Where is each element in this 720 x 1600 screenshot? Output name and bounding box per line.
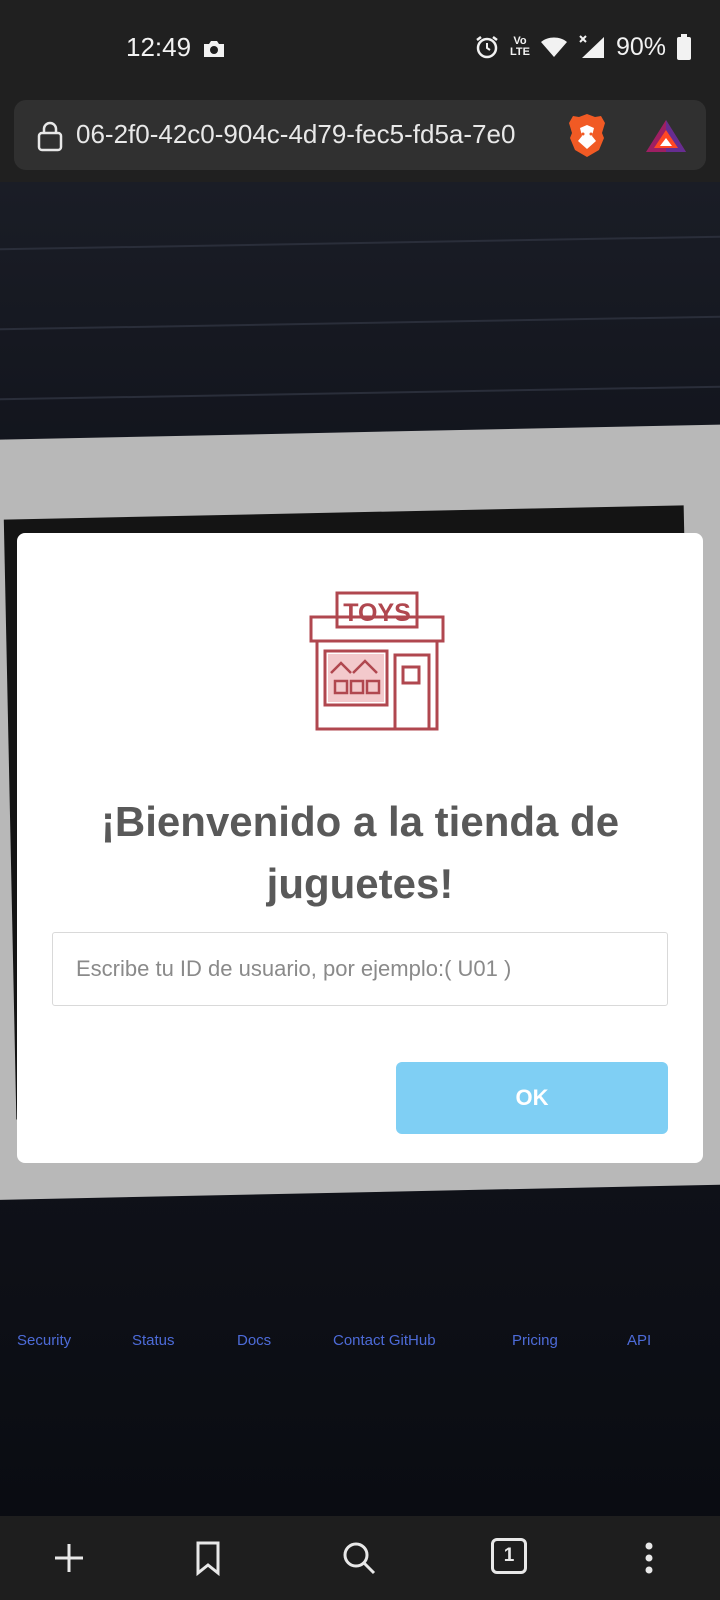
footer-link: Contact GitHub <box>333 1332 436 1349</box>
toy-store-icon: TOYS <box>309 591 445 731</box>
welcome-dialog: TOYS ¡Bienvenido a la tienda de juguetes… <box>17 533 703 1163</box>
footer-link: Pricing <box>512 1332 558 1349</box>
footer-link: Status <box>132 1332 175 1349</box>
volte-indicator: Vo LTE <box>509 35 530 58</box>
footer-link: Security <box>17 1332 72 1349</box>
ok-button[interactable]: OK <box>396 1062 668 1134</box>
new-tab-icon[interactable] <box>49 1538 89 1578</box>
search-icon[interactable] <box>339 1538 379 1578</box>
brave-rewards-icon[interactable] <box>644 118 688 154</box>
bookmark-icon[interactable] <box>188 1538 228 1578</box>
lock-icon <box>37 121 63 152</box>
battery-icon <box>677 34 691 60</box>
wifi-icon <box>540 37 567 57</box>
status-time: 12:49 <box>126 32 192 62</box>
logo-text: TOYS <box>343 599 411 627</box>
background-footer-links: Security Status Docs Contact GitHub Pric… <box>0 1332 720 1372</box>
dialog-title: ¡Bienvenido a la tienda de juguetes! <box>100 798 620 907</box>
url-text[interactable]: 06-2f0-42c0-904c-4d79-fec5-fd5a-7e0 <box>76 119 554 153</box>
footer-link: Docs <box>237 1332 272 1349</box>
brave-shields-icon[interactable] <box>566 112 608 158</box>
browser-toolbar: 06-2f0-42c0-904c-4d79-fec5-fd5a-7e0 <box>0 92 720 182</box>
status-bar: 12:49 Vo LTE 90% <box>0 0 720 92</box>
more-menu-icon[interactable] <box>629 1538 669 1578</box>
footer-link: API <box>627 1332 652 1349</box>
status-indicators: Vo LTE 90% <box>474 32 692 62</box>
user-id-input[interactable] <box>52 932 668 1006</box>
browser-bottom-bar: 1 <box>0 1516 720 1600</box>
camera-icon <box>204 41 224 57</box>
alarm-icon <box>476 36 498 59</box>
address-bar[interactable]: 06-2f0-42c0-904c-4d79-fec5-fd5a-7e0 <box>14 100 706 170</box>
cell-signal-icon <box>579 35 604 58</box>
tab-switcher-button[interactable]: 1 <box>491 1538 527 1574</box>
battery-percent: 90% <box>615 32 666 61</box>
